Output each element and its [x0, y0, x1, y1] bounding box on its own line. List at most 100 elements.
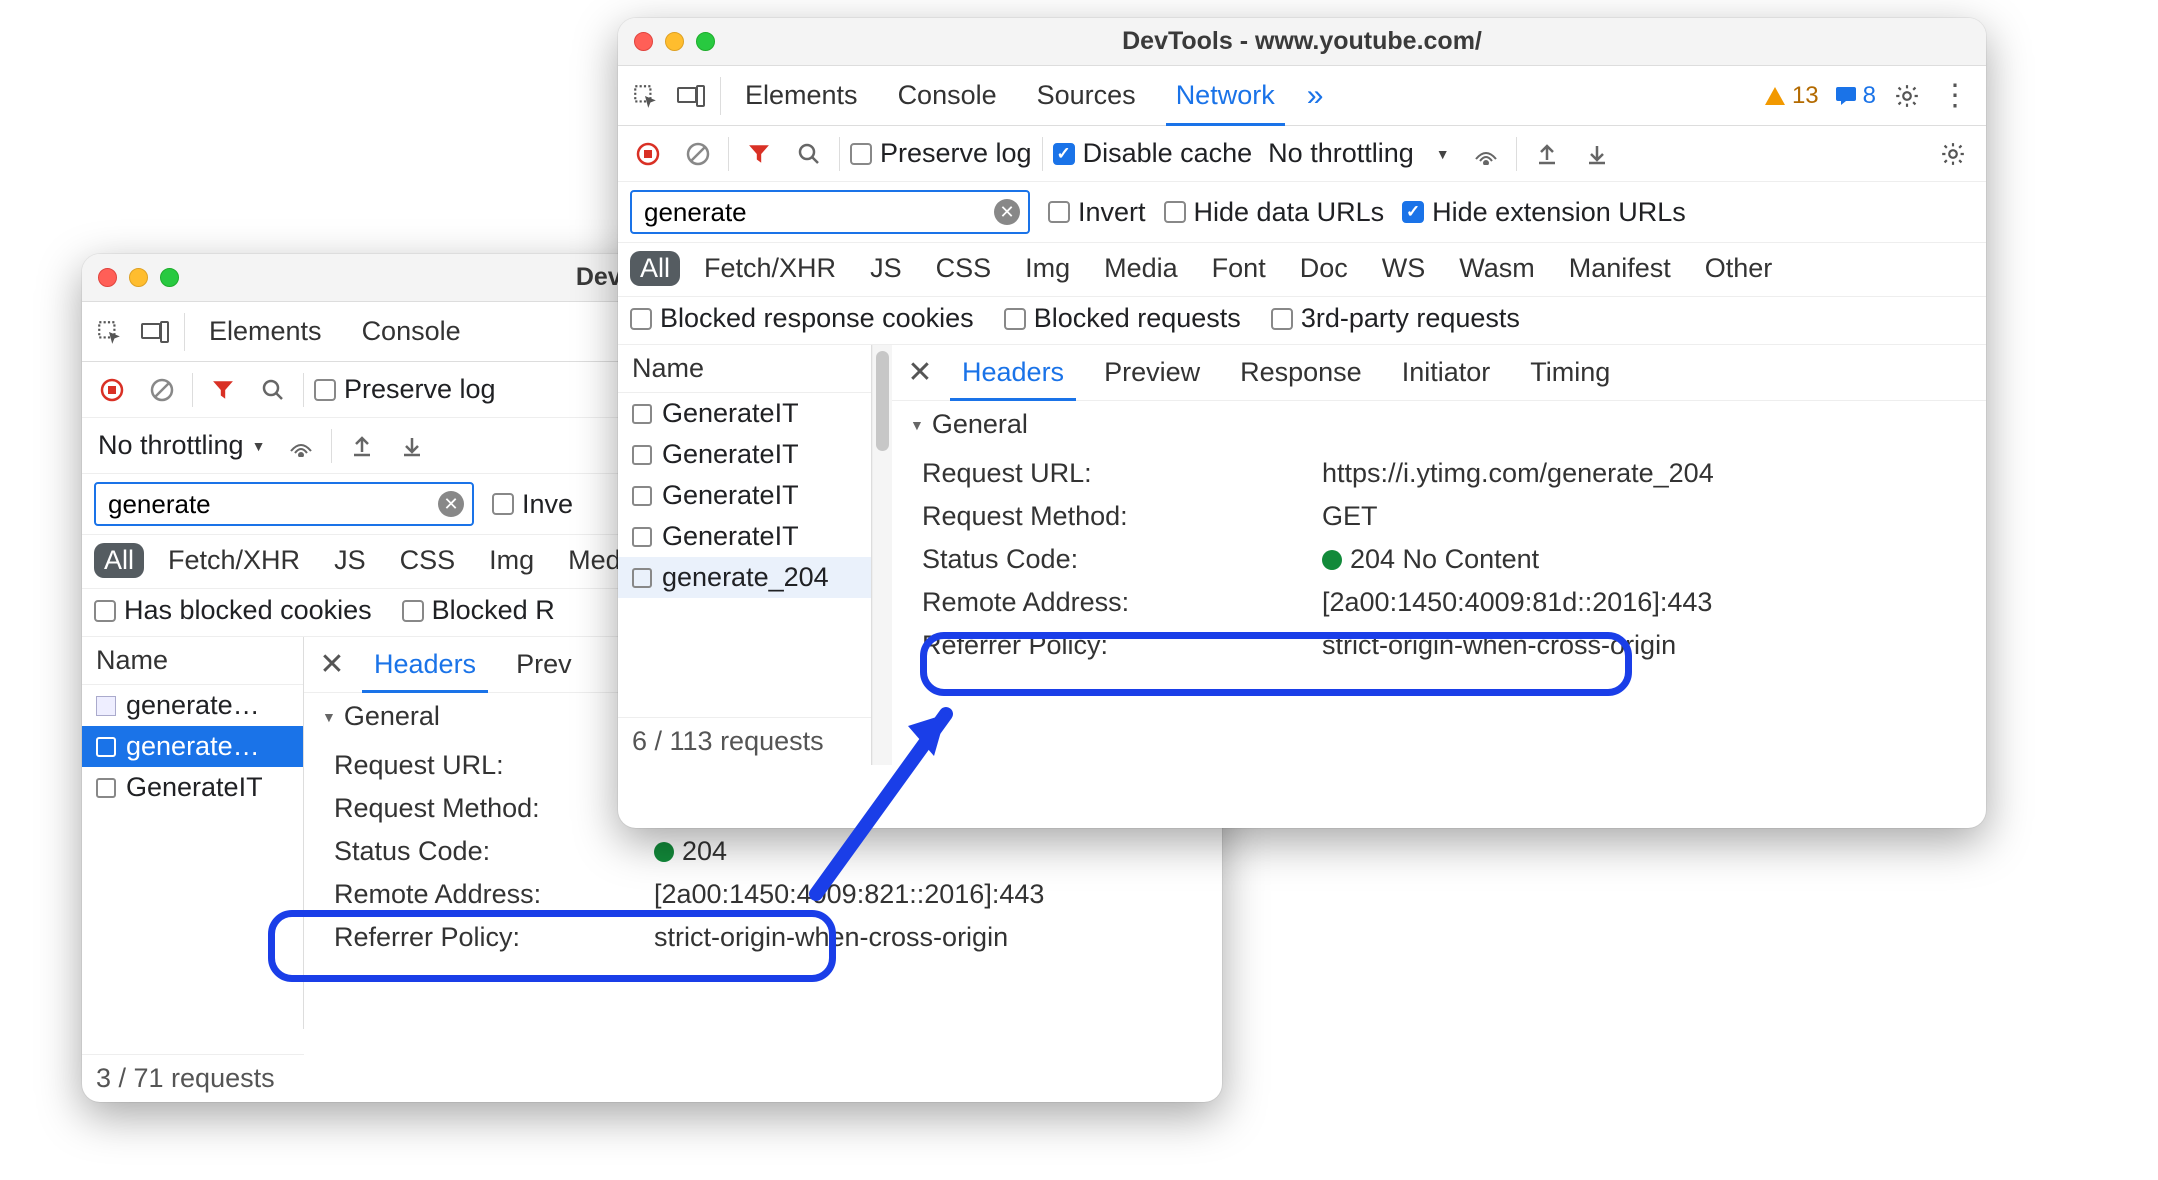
filter-img[interactable]: Img — [1015, 251, 1080, 286]
has-blocked-cookies-checkbox[interactable]: Has blocked cookies — [94, 595, 372, 626]
export-icon[interactable] — [392, 426, 432, 466]
detail-tab-initiator[interactable]: Initiator — [1384, 345, 1509, 400]
tab-console[interactable]: Console — [344, 302, 479, 361]
preserve-log-checkbox[interactable]: Preserve log — [850, 138, 1032, 169]
messages-badge[interactable]: 8 — [1827, 82, 1884, 110]
tab-elements[interactable]: Elements — [727, 66, 876, 125]
kv-key: Remote Address: — [922, 587, 1302, 618]
throttling-dropdown[interactable]: No throttling▼ — [1262, 138, 1455, 169]
search-icon[interactable] — [789, 134, 829, 174]
search-icon[interactable] — [253, 370, 293, 410]
clear-button[interactable] — [142, 370, 182, 410]
blocked-response-cookies-checkbox[interactable]: Blocked response cookies — [630, 303, 974, 334]
status-code-value: 204 — [682, 836, 727, 867]
request-row[interactable]: GenerateIT — [618, 475, 871, 516]
device-toggle-icon[interactable] — [668, 66, 714, 125]
request-row[interactable]: GenerateIT — [618, 434, 871, 475]
kv-key: Request URL: — [334, 750, 634, 781]
close-detail-button[interactable]: ✕ — [312, 647, 352, 682]
filter-input[interactable]: ✕ — [630, 190, 1030, 234]
tab-network[interactable]: Network — [1158, 66, 1293, 125]
detail-tab-response[interactable]: Response — [1222, 345, 1380, 400]
filter-icon[interactable] — [739, 134, 779, 174]
scrollbar-thumb[interactable] — [876, 351, 889, 451]
detail-tab-timing[interactable]: Timing — [1512, 345, 1628, 400]
import-icon[interactable] — [342, 426, 382, 466]
network-conditions-icon[interactable] — [1466, 134, 1506, 174]
blocked-requests-checkbox[interactable]: Blocked R — [402, 595, 555, 626]
request-row[interactable]: generate_204 — [618, 557, 871, 598]
name-column-header[interactable]: Name — [618, 345, 871, 393]
record-button[interactable] — [92, 370, 132, 410]
warnings-badge[interactable]: 13 — [1756, 82, 1827, 110]
request-type-icon — [632, 527, 652, 547]
detail-tab-preview[interactable]: Prev — [498, 637, 590, 692]
filter-font[interactable]: Font — [1202, 251, 1276, 286]
clear-button[interactable] — [678, 134, 718, 174]
network-conditions-icon[interactable] — [281, 426, 321, 466]
filter-wasm[interactable]: Wasm — [1449, 251, 1545, 286]
third-party-requests-checkbox[interactable]: 3rd-party requests — [1271, 303, 1520, 334]
blocked-requests-checkbox[interactable]: Blocked requests — [1004, 303, 1241, 334]
tab-console[interactable]: Console — [880, 66, 1015, 125]
tab-label: Sources — [1037, 80, 1136, 111]
filter-js[interactable]: JS — [860, 251, 912, 286]
record-button[interactable] — [628, 134, 668, 174]
filter-fetch[interactable]: Fetch/XHR — [158, 543, 310, 578]
inspect-icon[interactable] — [622, 66, 668, 125]
inspect-icon[interactable] — [86, 302, 132, 361]
invert-checkbox[interactable]: Inve — [492, 489, 573, 520]
filter-ws[interactable]: WS — [1372, 251, 1436, 286]
disable-cache-checkbox[interactable]: Disable cache — [1053, 138, 1253, 169]
settings-icon[interactable] — [1884, 83, 1930, 109]
throttling-dropdown[interactable]: No throttling▼ — [92, 430, 271, 461]
tab-elements[interactable]: Elements — [191, 302, 340, 361]
tab-sources[interactable]: Sources — [1019, 66, 1154, 125]
device-toggle-icon[interactable] — [132, 302, 178, 361]
export-icon[interactable] — [1577, 134, 1617, 174]
request-row[interactable]: GenerateIT — [82, 767, 303, 808]
kv-value: [2a00:1450:4009:81d::2016]:443 — [1322, 587, 1986, 618]
hide-data-urls-checkbox[interactable]: Hide data URLs — [1164, 197, 1385, 228]
filter-img[interactable]: Img — [479, 543, 544, 578]
kv-key: Request URL: — [922, 458, 1302, 489]
request-row[interactable]: GenerateIT — [618, 516, 871, 557]
filter-text-input[interactable] — [106, 488, 432, 521]
scrollbar[interactable] — [872, 345, 892, 765]
checkbox-label: Has blocked cookies — [124, 595, 372, 626]
request-row[interactable]: GenerateIT — [618, 393, 871, 434]
more-tabs-icon[interactable]: » — [1293, 79, 1338, 113]
filter-all[interactable]: All — [94, 543, 144, 578]
clear-filter-icon[interactable]: ✕ — [438, 491, 464, 517]
filter-js[interactable]: JS — [324, 543, 376, 578]
filter-css[interactable]: CSS — [390, 543, 466, 578]
invert-checkbox[interactable]: Invert — [1048, 197, 1146, 228]
request-name: GenerateIT — [662, 439, 799, 470]
request-row[interactable]: generate… — [82, 726, 303, 767]
filter-css[interactable]: CSS — [926, 251, 1002, 286]
filter-manifest[interactable]: Manifest — [1559, 251, 1681, 286]
filter-media[interactable]: Media — [1094, 251, 1188, 286]
filter-fetch[interactable]: Fetch/XHR — [694, 251, 846, 286]
request-row[interactable]: generate… — [82, 685, 303, 726]
filter-doc[interactable]: Doc — [1290, 251, 1358, 286]
filter-input[interactable]: ✕ — [94, 482, 474, 526]
filter-other[interactable]: Other — [1695, 251, 1783, 286]
detail-tab-headers[interactable]: Headers — [356, 637, 494, 692]
detail-tab-preview[interactable]: Preview — [1086, 345, 1218, 400]
filter-all[interactable]: All — [630, 251, 680, 286]
clear-filter-icon[interactable]: ✕ — [994, 199, 1020, 225]
kv-key: Referrer Policy: — [334, 922, 634, 953]
hide-extension-urls-checkbox[interactable]: Hide extension URLs — [1402, 197, 1686, 228]
network-settings-icon[interactable] — [1930, 141, 1976, 167]
detail-tab-headers[interactable]: Headers — [944, 345, 1082, 400]
import-icon[interactable] — [1527, 134, 1567, 174]
close-detail-button[interactable]: ✕ — [900, 355, 940, 390]
section-general-header[interactable]: General — [892, 401, 1986, 448]
filter-text-input[interactable] — [642, 196, 988, 229]
kv-key: Remote Address: — [334, 879, 634, 910]
preserve-log-checkbox[interactable]: Preserve log — [314, 374, 496, 405]
kebab-menu-icon[interactable]: ⋮ — [1930, 78, 1980, 113]
filter-icon[interactable] — [203, 370, 243, 410]
name-column-header[interactable]: Name — [82, 637, 303, 685]
